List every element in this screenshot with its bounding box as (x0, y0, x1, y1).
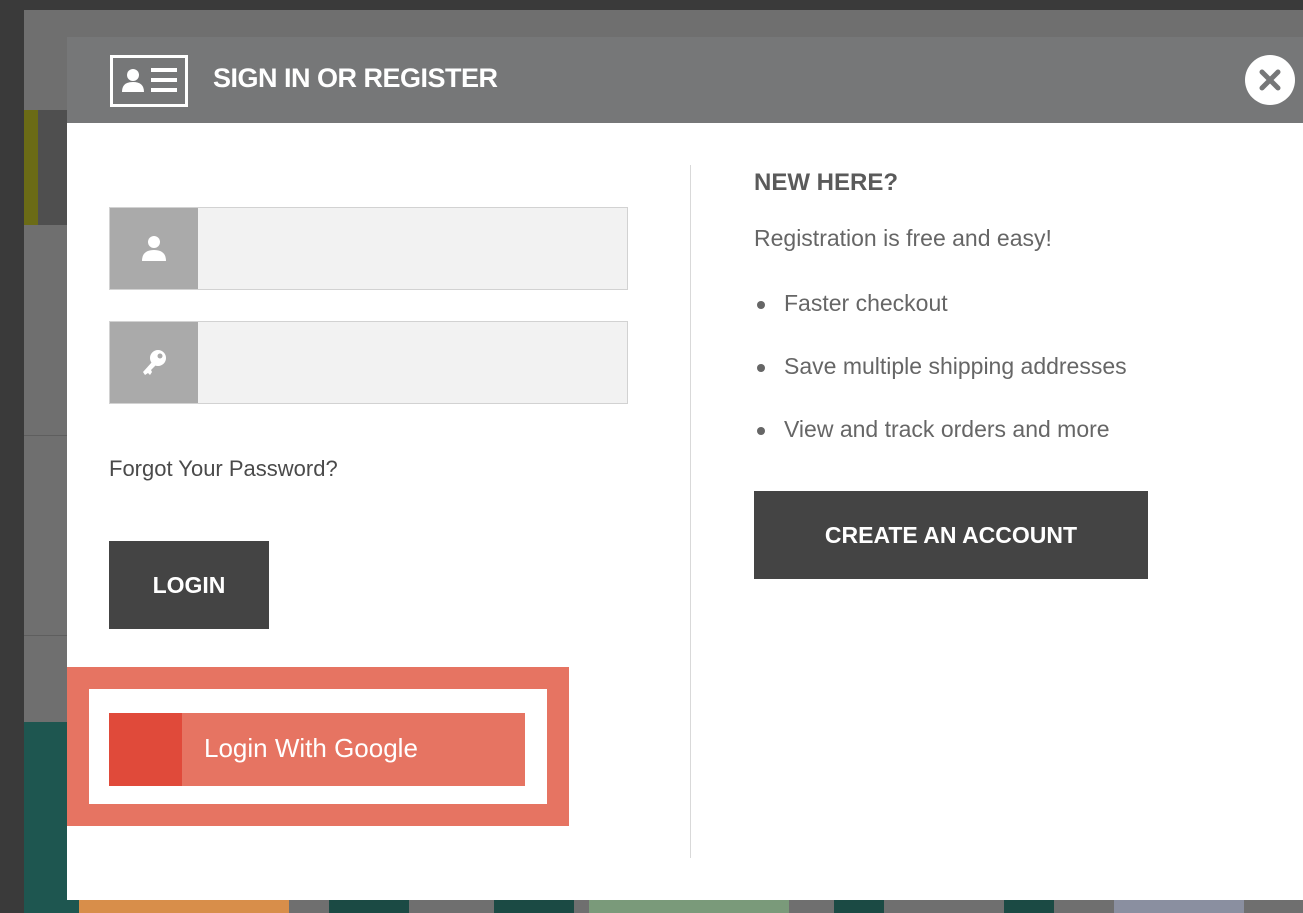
background-accent-stripe (24, 110, 38, 225)
benefits-list: Faster checkout Save multiple shipping a… (754, 290, 1127, 479)
password-field-group (109, 321, 628, 404)
list-item: Save multiple shipping addresses (754, 353, 1127, 416)
user-icon (110, 208, 198, 289)
id-card-icon (110, 55, 188, 107)
login-button[interactable]: LOGIN (109, 541, 269, 629)
google-icon (109, 713, 182, 786)
register-heading: NEW HERE? (754, 169, 898, 196)
bullet-icon (757, 301, 765, 309)
benefit-text: Faster checkout (784, 290, 948, 316)
google-login-label: Login With Google (204, 733, 418, 763)
register-subheading: Registration is free and easy! (754, 225, 1052, 251)
bullet-icon (757, 364, 765, 372)
forgot-password-link[interactable]: Forgot Your Password? (109, 456, 338, 482)
benefit-text: View and track orders and more (784, 416, 1110, 442)
close-button[interactable] (1245, 55, 1295, 105)
list-item: Faster checkout (754, 290, 1127, 353)
modal-title: SIGN IN OR REGISTER (213, 63, 498, 93)
sign-in-modal: SIGN IN OR REGISTER Forgot Your Password… (67, 37, 1303, 900)
bullet-icon (757, 427, 765, 435)
key-icon (110, 322, 198, 403)
password-input[interactable] (198, 322, 627, 403)
create-account-button[interactable]: CREATE AN ACCOUNT (754, 491, 1148, 579)
google-login-button[interactable]: Login With Google (109, 713, 525, 786)
column-divider (690, 165, 691, 858)
list-item: View and track orders and more (754, 416, 1127, 479)
username-input[interactable] (198, 208, 627, 289)
modal-header: SIGN IN OR REGISTER (67, 37, 1303, 123)
close-icon (1259, 69, 1281, 91)
username-field-group (109, 207, 628, 290)
benefit-text: Save multiple shipping addresses (784, 353, 1127, 379)
